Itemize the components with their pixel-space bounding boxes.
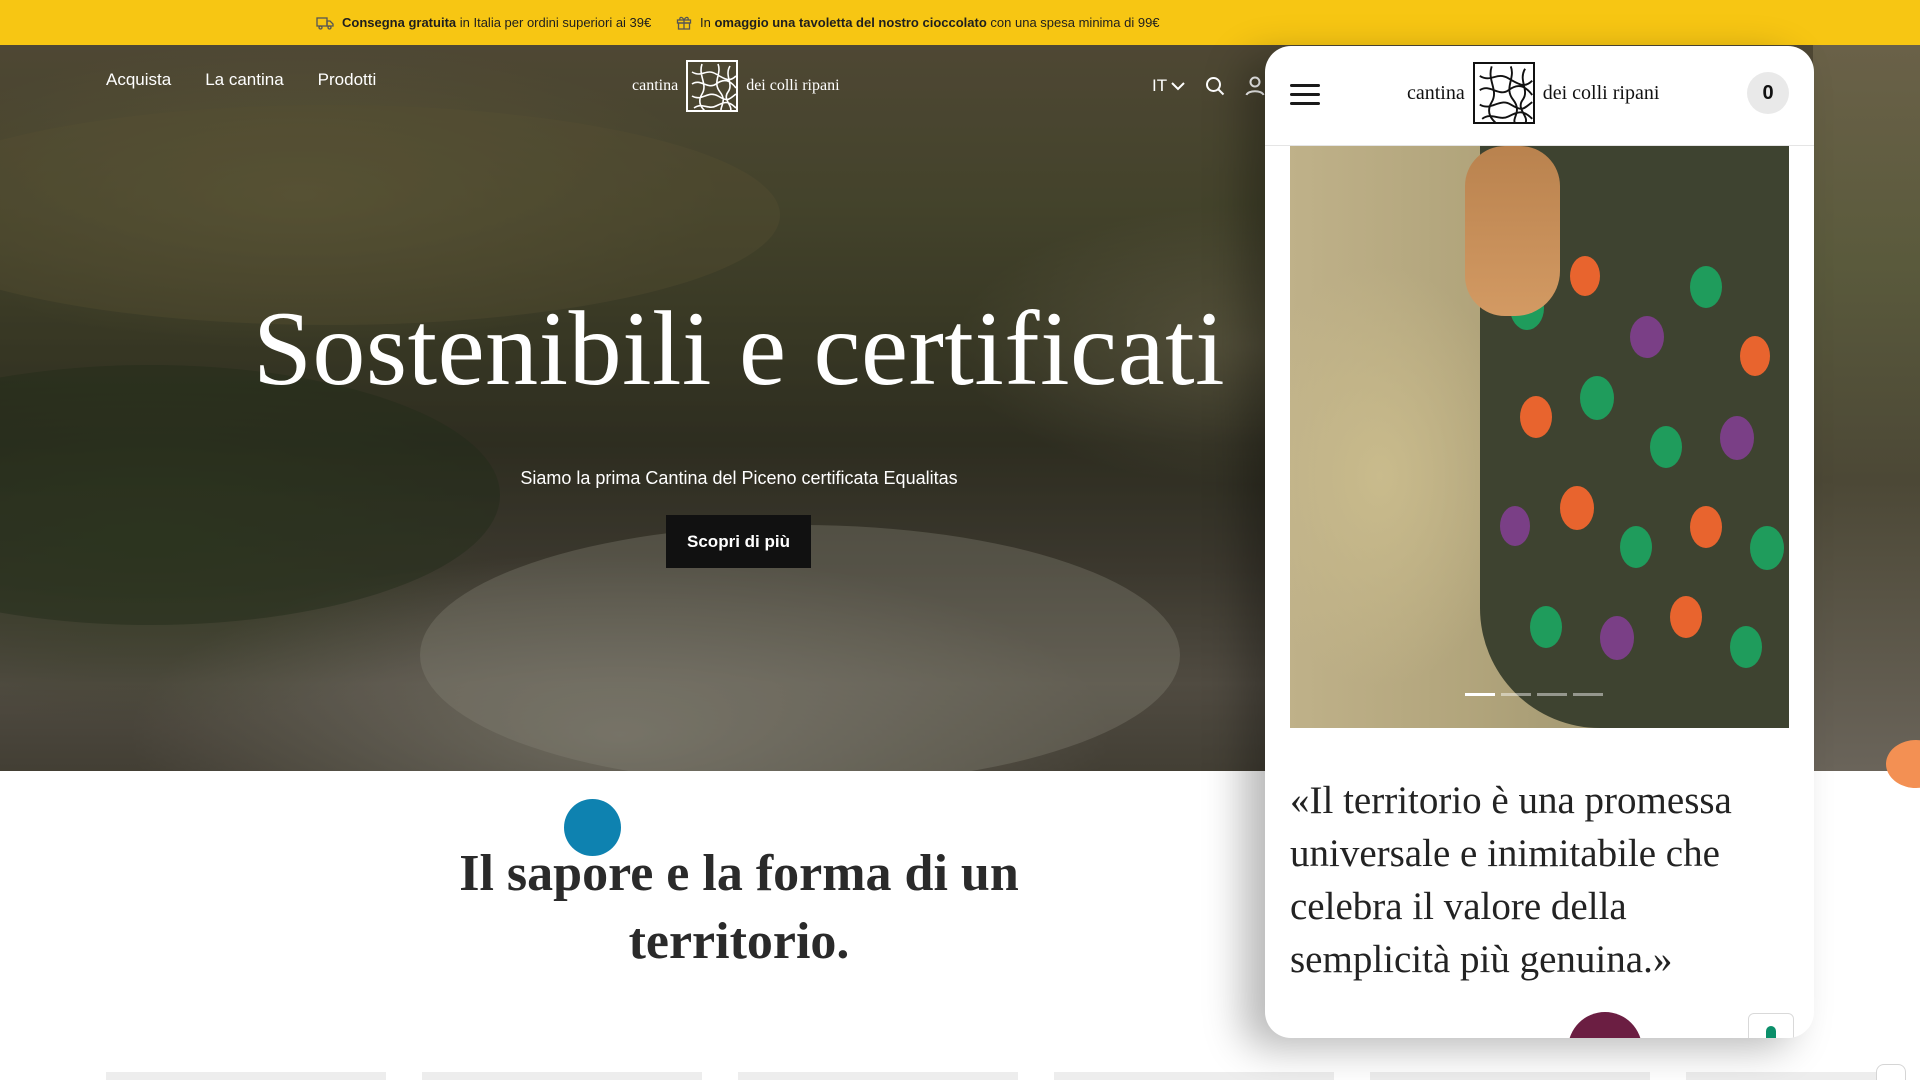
- mobile-logo[interactable]: cantina dei colli ripani: [1407, 62, 1659, 124]
- site-logo[interactable]: cantina dei colli ripani: [632, 60, 840, 112]
- header-tools: IT: [1152, 76, 1265, 96]
- decorative-plum-dot: [1568, 1012, 1642, 1038]
- carousel-dot-3[interactable]: [1537, 693, 1567, 696]
- gift-text: con una spesa minima di 99€: [990, 15, 1160, 30]
- product-cards-preview: [0, 1072, 1920, 1080]
- menu-icon[interactable]: [1290, 84, 1320, 106]
- territory-quote: «Il territorio è una promessa universale…: [1290, 779, 1732, 981]
- mobile-header: cantina dei colli ripani 0: [1265, 46, 1814, 146]
- photo-hand: [1465, 146, 1560, 316]
- hero-title: Sostenibili e certificati: [252, 290, 1226, 407]
- carousel-dot-2[interactable]: [1501, 693, 1531, 696]
- carousel-dot-1[interactable]: [1465, 693, 1495, 696]
- chevron-down-icon: [1171, 81, 1185, 90]
- truck-icon: [316, 16, 334, 30]
- nav-acquista[interactable]: Acquista: [106, 70, 171, 90]
- card-preview[interactable]: [1054, 1072, 1334, 1080]
- shipping-bold: Consegna gratuita: [342, 15, 457, 30]
- card-preview[interactable]: [422, 1072, 702, 1080]
- hero-right-edge: [1813, 45, 1920, 771]
- user-icon[interactable]: [1245, 76, 1265, 96]
- gift-bold: omaggio una tavoletta del nostro cioccol…: [714, 15, 987, 30]
- logo-text-right: dei colli ripani: [1542, 81, 1660, 104]
- carousel-image[interactable]: [1290, 146, 1789, 728]
- logo-text-right: dei colli ripani: [746, 77, 840, 94]
- shipping-text: in Italia per ordini superiori ai 39€: [459, 15, 652, 30]
- hero-subtitle: Siamo la prima Cantina del Piceno certif…: [520, 468, 958, 488]
- nav-la-cantina[interactable]: La cantina: [205, 70, 283, 90]
- language-selector[interactable]: IT: [1152, 76, 1185, 96]
- card-preview[interactable]: [1686, 1072, 1886, 1080]
- language-label: IT: [1152, 76, 1168, 95]
- logo-mark-icon: [686, 60, 739, 112]
- main-nav: Acquista La cantina Prodotti: [106, 70, 376, 90]
- nav-prodotti[interactable]: Prodotti: [318, 70, 377, 90]
- gift-icon: [676, 16, 692, 30]
- corner-widget[interactable]: [1876, 1064, 1906, 1080]
- announcement-bar: Consegna gratuita in Italia per ordini s…: [0, 0, 1920, 45]
- carousel-indicators: [1465, 693, 1603, 696]
- carousel-dot-4[interactable]: [1573, 693, 1603, 696]
- gift-prefix: In: [700, 15, 711, 30]
- page: Consegna gratuita in Italia per ordini s…: [0, 0, 1920, 1080]
- discover-more-button[interactable]: Scopri di più: [666, 515, 811, 568]
- logo-text-left: cantina: [632, 77, 679, 94]
- gift-message: In omaggio una tavoletta del nostro cioc…: [676, 0, 1160, 45]
- logo-mark-icon: [1472, 62, 1535, 124]
- shipping-message: Consegna gratuita in Italia per ordini s…: [316, 0, 651, 45]
- search-icon[interactable]: [1205, 76, 1225, 96]
- cart-button[interactable]: 0: [1747, 72, 1789, 114]
- logo-text-left: cantina: [1407, 81, 1465, 104]
- section-title: Il sapore e la forma di un territorio.: [459, 845, 1019, 970]
- card-preview[interactable]: [738, 1072, 1018, 1080]
- mobile-preview: cantina dei colli ripani 0 «Il territori…: [1265, 46, 1814, 1038]
- card-preview[interactable]: [1370, 1072, 1650, 1080]
- accessibility-badge-icon[interactable]: [1748, 1013, 1794, 1038]
- card-preview[interactable]: [106, 1072, 386, 1080]
